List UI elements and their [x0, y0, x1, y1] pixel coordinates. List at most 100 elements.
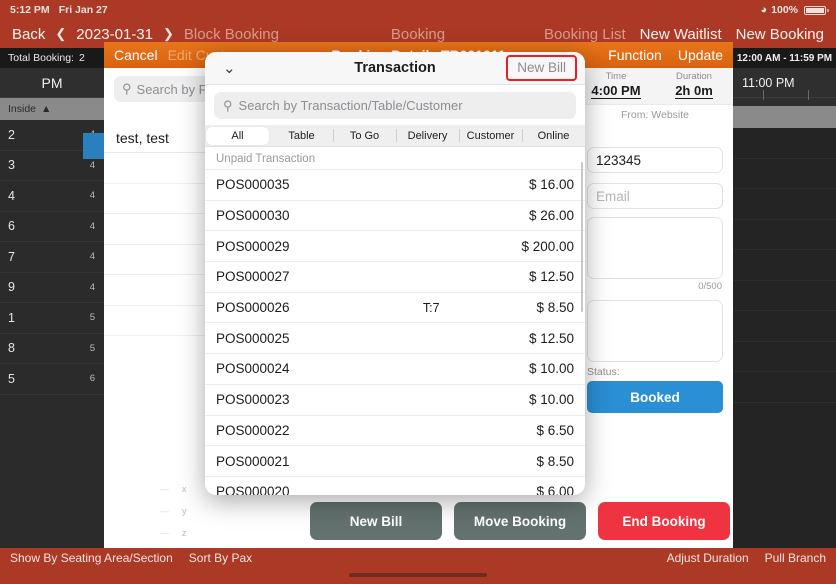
- timeline-cell[interactable]: [733, 159, 836, 189]
- transaction-row[interactable]: POS000026 T:7 $ 8.50: [205, 291, 585, 323]
- unpaid-transaction-section-label: Unpaid Transaction: [216, 153, 316, 165]
- transaction-row[interactable]: POS000023 $ 10.00: [205, 383, 585, 415]
- tab-all[interactable]: All: [206, 126, 269, 145]
- transaction-amount: $ 16.00: [528, 177, 574, 193]
- tab-table[interactable]: Table: [270, 125, 333, 146]
- chevron-down-icon[interactable]: ⌄: [213, 59, 253, 77]
- timeline-cell[interactable]: [733, 342, 836, 372]
- transaction-row[interactable]: POS000035 $ 16.00: [205, 169, 585, 200]
- transaction-modal: ⌄ Transaction New Bill ⚲ Search by Trans…: [205, 52, 585, 495]
- chevron-right-icon[interactable]: ❯: [163, 26, 174, 42]
- section-label: Inside: [8, 103, 37, 115]
- transaction-amount: $ 12.50: [528, 269, 574, 285]
- transaction-amount: $ 26.00: [528, 208, 574, 224]
- transaction-row[interactable]: POS000021 $ 8.50: [205, 445, 585, 476]
- table-number: 9: [8, 280, 15, 295]
- table-row[interactable]: 85: [0, 334, 104, 364]
- table-row[interactable]: 44: [0, 181, 104, 212]
- function-button[interactable]: Function: [608, 47, 662, 63]
- seating-list-panel: Total Booking: 2 PM Inside ▲ 24344464749…: [0, 48, 104, 548]
- transaction-row[interactable]: POS000027 $ 12.50: [205, 261, 585, 292]
- transaction-row[interactable]: POS000025 $ 12.50: [205, 322, 585, 353]
- block-booking-button[interactable]: Block Booking: [184, 26, 279, 43]
- table-row[interactable]: 56: [0, 364, 104, 395]
- table-pax: 6: [89, 373, 95, 385]
- selected-booking-cell[interactable]: [83, 133, 105, 159]
- table-pax: 4: [89, 220, 95, 232]
- transaction-row[interactable]: POS000022 $ 6.50: [205, 414, 585, 446]
- ios-status-bar: 5:12 PM Fri Jan 27 ◕ 100%: [0, 0, 836, 20]
- tab-customer[interactable]: Customer: [459, 125, 522, 146]
- tab-delivery[interactable]: Delivery: [396, 125, 459, 146]
- ampm-toggle[interactable]: PM: [0, 68, 104, 98]
- back-button[interactable]: Back: [12, 26, 45, 43]
- update-button[interactable]: Update: [678, 47, 723, 63]
- time-field[interactable]: Time 4:00 PM: [577, 71, 655, 100]
- search-icon: ⚲: [223, 97, 233, 113]
- table-number: 7: [8, 249, 15, 264]
- time-value[interactable]: 4:00 PM: [591, 83, 641, 99]
- transaction-table: T:7: [422, 300, 440, 315]
- status-bar-time: 5:12 PM: [10, 4, 50, 16]
- transaction-amount: $ 6.00: [536, 484, 574, 495]
- table-row[interactable]: 15: [0, 303, 104, 334]
- tab-to-go[interactable]: To Go: [333, 125, 396, 146]
- scrollbar-thumb[interactable]: [580, 162, 583, 312]
- move-booking-button[interactable]: Move Booking: [454, 502, 586, 540]
- transaction-row[interactable]: POS000024 $ 10.00: [205, 353, 585, 384]
- timeline-hour-label: 11:00 PM: [733, 68, 836, 98]
- chevron-up-icon[interactable]: ▲: [41, 103, 51, 115]
- total-booking-count: 2: [78, 52, 85, 64]
- cancel-button[interactable]: Cancel: [114, 47, 158, 63]
- remarks-textarea[interactable]: [587, 300, 723, 362]
- table-row-container: 243444647494158556: [0, 120, 104, 395]
- new-booking-button[interactable]: New Booking: [736, 26, 824, 43]
- wifi-icon: ◕: [760, 3, 768, 16]
- status-bar-date: Fri Jan 27: [58, 4, 108, 16]
- tab-online[interactable]: Online: [522, 125, 585, 146]
- table-row[interactable]: 64: [0, 212, 104, 242]
- table-row[interactable]: 74: [0, 242, 104, 273]
- timeline-cell[interactable]: [733, 250, 836, 281]
- table-number: 5: [8, 371, 15, 386]
- chevron-left-icon[interactable]: ❮: [55, 26, 66, 42]
- search-icon: ⚲: [122, 81, 132, 96]
- section-header-inside[interactable]: Inside ▲: [0, 98, 104, 120]
- table-row[interactable]: 94: [0, 273, 104, 303]
- timeline-cell[interactable]: [733, 281, 836, 311]
- timeline-cell[interactable]: [733, 128, 836, 159]
- new-waitlist-button[interactable]: New Waitlist: [640, 26, 722, 43]
- table-number: 6: [8, 219, 15, 234]
- new-bill-button[interactable]: New Bill: [511, 59, 572, 76]
- new-bill-button[interactable]: New Bill: [310, 502, 442, 540]
- time-duration-row: Time 4:00 PM Duration 2h 0m: [577, 68, 733, 105]
- adjust-duration-button[interactable]: Adjust Duration: [667, 551, 749, 565]
- duration-field[interactable]: Duration 2h 0m: [655, 71, 733, 100]
- timeline-cell[interactable]: [733, 372, 836, 403]
- timeline-cell[interactable]: [733, 220, 836, 250]
- pull-branch-button[interactable]: Pull Branch: [765, 551, 826, 565]
- transaction-search-placeholder: Search by Transaction/Table/Customer: [238, 98, 463, 113]
- transaction-amount: $ 8.50: [536, 300, 574, 316]
- booking-list-button[interactable]: Booking List: [544, 26, 626, 43]
- home-indicator: [349, 573, 487, 577]
- end-booking-button[interactable]: End Booking: [598, 502, 730, 540]
- timeline-cell[interactable]: [733, 311, 836, 342]
- transaction-row[interactable]: POS000020 $ 6.00: [205, 475, 585, 495]
- status-label: Status:: [587, 366, 620, 378]
- transaction-amount: $ 200.00: [521, 238, 574, 254]
- transaction-row[interactable]: POS000030 $ 26.00: [205, 199, 585, 231]
- notes-textarea[interactable]: [587, 217, 723, 279]
- email-input[interactable]: Email: [587, 183, 723, 209]
- transaction-amount: $ 12.50: [528, 330, 574, 346]
- sort-by-pax-button[interactable]: Sort By Pax: [189, 551, 252, 565]
- axis-label-y: y: [182, 506, 187, 516]
- transaction-row[interactable]: POS000029 $ 200.00: [205, 230, 585, 261]
- show-by-seating-button[interactable]: Show By Seating Area/Section: [10, 551, 173, 565]
- status-badge-booked[interactable]: Booked: [587, 381, 723, 413]
- phone-input[interactable]: 123345: [587, 147, 723, 173]
- transaction-search-input[interactable]: ⚲ Search by Transaction/Table/Customer: [214, 92, 576, 119]
- timeline-cell[interactable]: [733, 189, 836, 220]
- nav-date[interactable]: 2023-01-31: [76, 26, 153, 43]
- duration-value[interactable]: 2h 0m: [675, 83, 713, 99]
